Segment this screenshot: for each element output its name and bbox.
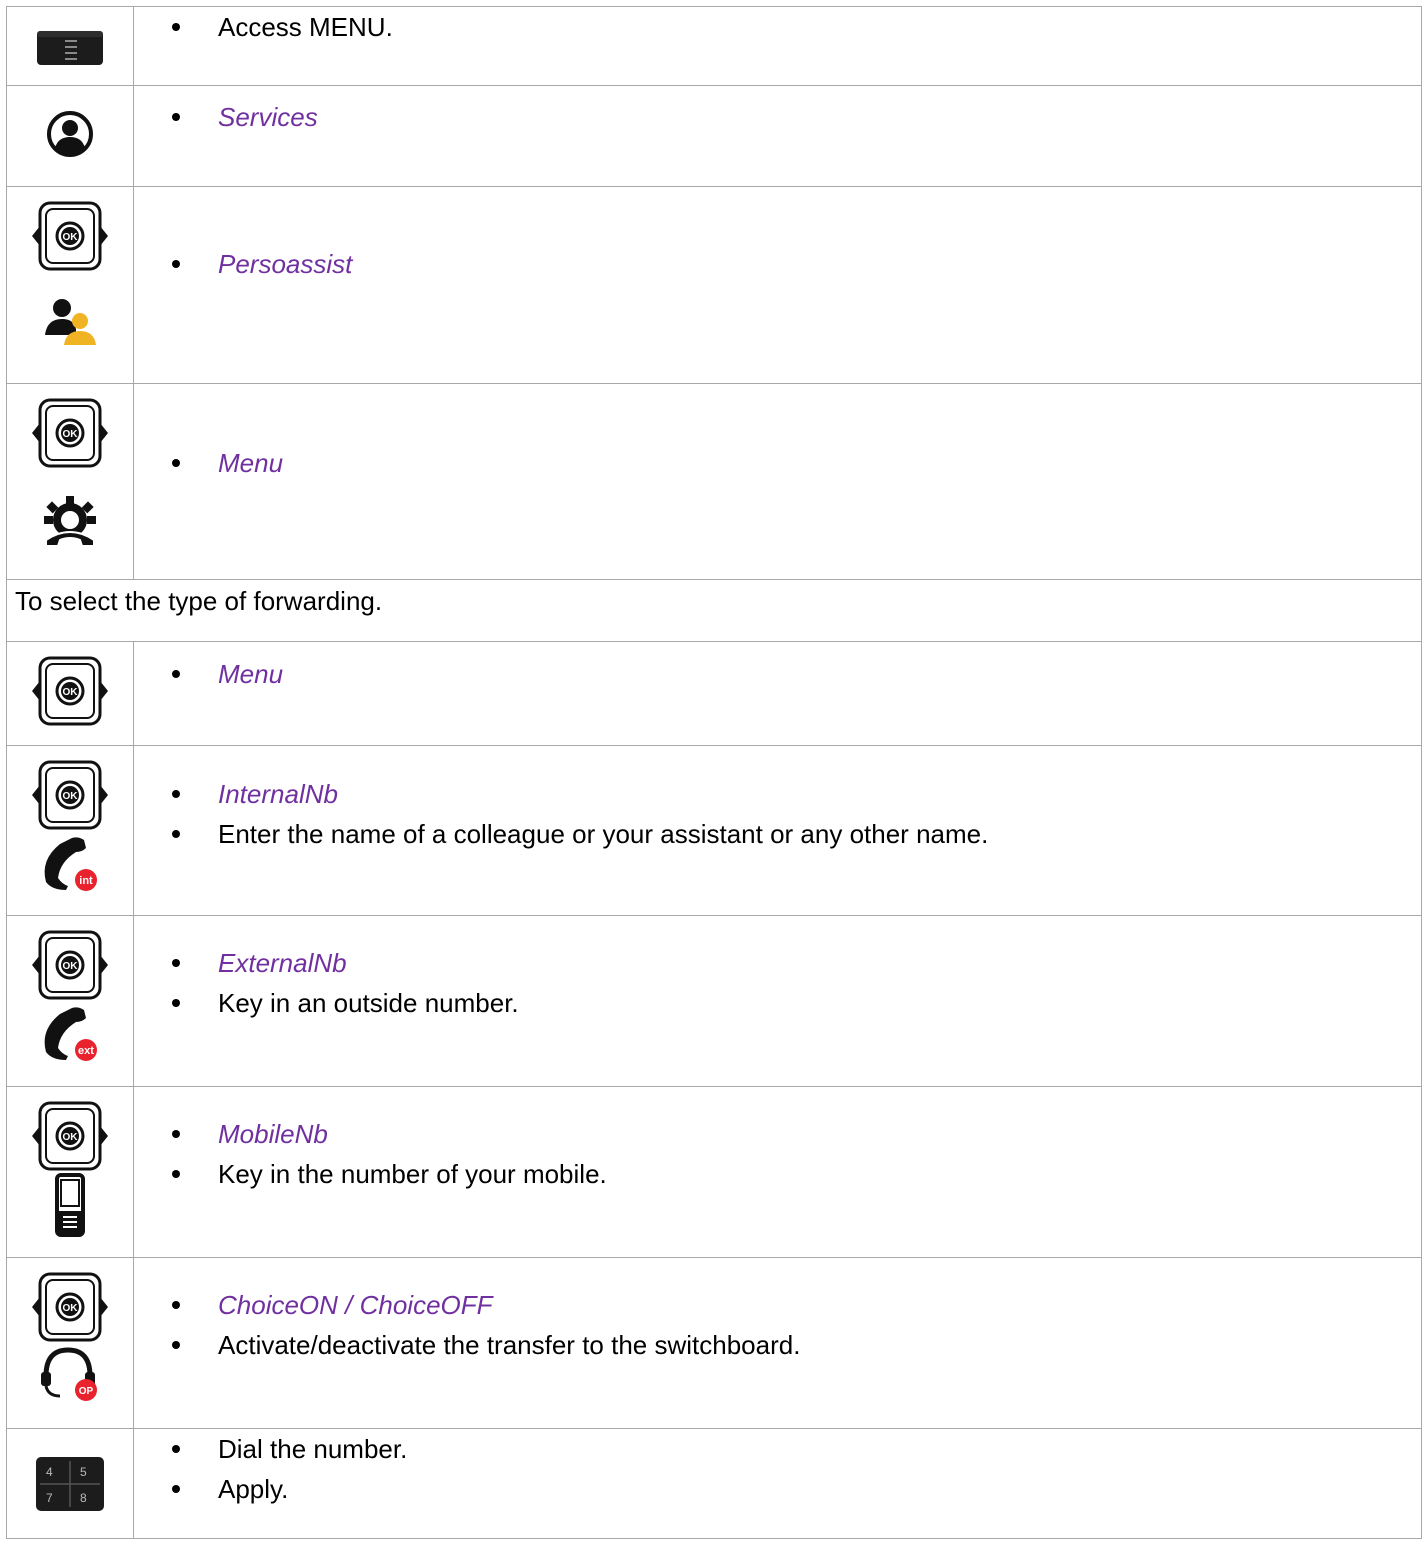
step-row: OK MobileNb Key in the number of your mo… [6,1086,1422,1258]
svg-text:4: 4 [46,1465,53,1479]
svg-text:OK: OK [63,232,79,243]
svg-text:ext: ext [78,1045,94,1057]
step-row: OK Menu [6,383,1422,580]
icon-cell: OK ext [6,915,134,1087]
bullet-list: MobileNb Key in the number of your mobil… [134,1114,1421,1194]
ok-navigator-icon: OK [32,930,108,1000]
icon-cell: OK OP [6,1257,134,1429]
bullet-list: ExternalNb Key in an outside number. [134,943,1421,1023]
step-row: 4 5 7 8 Dial the number. Apply. [6,1428,1422,1539]
instruction-table: Access MENU. Services OK Persoassist OK … [6,6,1422,1539]
svg-text:OK: OK [63,687,79,698]
list-item: Access MENU. [134,7,1421,47]
ok-navigator-icon: OK [32,201,108,271]
svg-text:OK: OK [63,1303,79,1314]
note-row: To select the type of forwarding. [6,579,1422,642]
step-row: Access MENU. [6,6,1422,86]
list-item-keyword: ExternalNb [134,943,1421,983]
list-item: Key in an outside number. [134,983,1421,1023]
bullet-list: Dial the number. Apply. [134,1429,1421,1509]
text-cell: ExternalNb Key in an outside number. [133,915,1422,1087]
text-cell: Dial the number. Apply. [133,1428,1422,1539]
list-item: Activate/deactivate the transfer to the … [134,1325,1421,1365]
list-item: Dial the number. [134,1429,1421,1469]
list-item: Apply. [134,1469,1421,1509]
svg-text:OK: OK [63,961,79,972]
mobile-phone-icon [55,1173,85,1237]
step-row: OK OP ChoiceON / ChoiceOFF Activate/deac… [6,1257,1422,1429]
text-cell: Services [133,85,1422,187]
step-row: OK int InternalNb Enter the name of a co… [6,745,1422,916]
list-item-keyword: MobileNb [134,1114,1421,1154]
svg-text:OK: OK [63,791,79,802]
step-row: OK Menu [6,641,1422,746]
list-item-keyword: Menu [134,443,1421,483]
ok-navigator-icon: OK [32,1272,108,1342]
list-item-keyword: Persoassist [134,244,1421,284]
text-cell: MobileNb Key in the number of your mobil… [133,1086,1422,1258]
note-text: To select the type of forwarding. [15,586,383,616]
handset-ext-icon: ext [44,1007,97,1061]
headset-op-icon: OP [41,1347,97,1401]
ok-navigator-icon: OK [32,656,108,726]
bullet-list: Services [134,97,1421,137]
menu-key-icon [37,31,103,65]
bullet-list: Menu [134,443,1421,483]
svg-text:7: 7 [46,1491,53,1505]
icon-cell: OK [6,641,134,746]
list-item: Key in the number of your mobile. [134,1154,1421,1194]
bullet-list: ChoiceON / ChoiceOFF Activate/deactivate… [134,1285,1421,1365]
text-cell: Access MENU. [133,6,1422,86]
bullet-list: Persoassist [134,244,1421,284]
icon-cell: 4 5 7 8 [6,1428,134,1539]
icon-cell: OK int [6,745,134,916]
svg-text:5: 5 [80,1465,87,1479]
svg-text:OP: OP [79,1386,94,1397]
handset-int-icon: int [44,837,97,891]
step-row: Services [6,85,1422,187]
list-item: Enter the name of a colleague or your as… [134,814,1421,854]
icon-cell: OK [6,383,134,580]
services-user-icon [47,111,93,157]
bullet-list: Menu [134,654,1421,694]
icon-cell: OK [6,1086,134,1258]
list-item-keyword: Menu [134,654,1421,694]
ok-navigator-icon: OK [32,1101,108,1171]
text-cell: ChoiceON / ChoiceOFF Activate/deactivate… [133,1257,1422,1429]
ok-navigator-icon: OK [32,760,108,830]
bullet-list: Access MENU. [134,7,1421,47]
svg-text:8: 8 [80,1491,87,1505]
list-item-keyword: InternalNb [134,774,1421,814]
step-row: OK ext ExternalNb Key in an outside numb… [6,915,1422,1087]
ok-navigator-icon: OK [32,398,108,468]
icon-cell [6,6,134,86]
text-cell: Menu [133,383,1422,580]
icon-cell: OK [6,186,134,384]
svg-text:int: int [79,875,93,887]
persoassist-icon [45,299,96,345]
text-cell: Menu [133,641,1422,746]
svg-text:OK: OK [63,429,79,440]
text-cell: Persoassist [133,186,1422,384]
note-cell: To select the type of forwarding. [6,579,1422,642]
step-row: OK Persoassist [6,186,1422,384]
phone-settings-gear-icon [44,496,96,547]
icon-cell [6,85,134,187]
text-cell: InternalNb Enter the name of a colleague… [133,745,1422,916]
list-item-keyword: ChoiceON / ChoiceOFF [134,1285,1421,1325]
numeric-keypad-icon: 4 5 7 8 [36,1457,104,1511]
list-item-keyword: Services [134,97,1421,137]
bullet-list: InternalNb Enter the name of a colleague… [134,774,1421,854]
svg-text:OK: OK [63,1132,79,1143]
